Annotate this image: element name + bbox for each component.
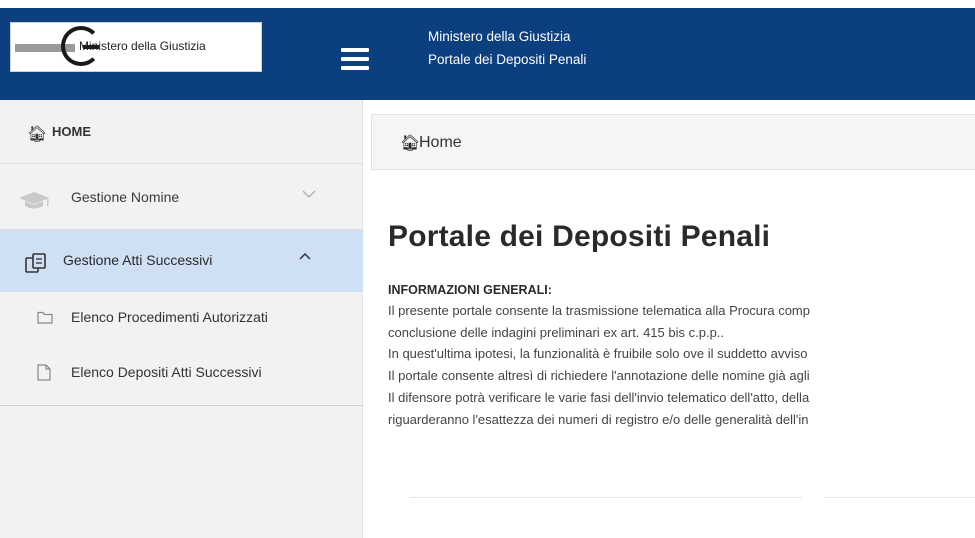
sidebar-item-label: HOME xyxy=(52,124,91,139)
logo-text: Ministero della Giustizia xyxy=(79,39,206,53)
graduation-cap-icon xyxy=(18,191,50,216)
info-line: riguarderanno l'esattezza dei numeri di … xyxy=(388,411,809,427)
sidebar-subitem-label: Elenco Procedimenti Autorizzati xyxy=(71,309,268,325)
sidebar-item-gestione-atti-successivi[interactable]: Gestione Atti Successivi xyxy=(0,230,363,292)
menu-toggle-icon[interactable] xyxy=(341,48,369,70)
sidebar-item-label: Gestione Atti Successivi xyxy=(63,252,213,268)
header-title-line1: Ministero della Giustizia xyxy=(428,29,571,44)
home-icon[interactable]: 🏠︎ xyxy=(400,133,420,153)
info-line: Il presente portale consente la trasmiss… xyxy=(388,303,810,318)
info-line: conclusione delle indagini preliminari e… xyxy=(388,324,725,340)
header-title: Ministero della Giustizia Portale dei De… xyxy=(428,25,586,71)
sidebar: 🏠︎ HOME Gestione Nomine Gestione Atti Su… xyxy=(0,100,363,538)
sidebar-item-gestione-nomine[interactable]: Gestione Nomine xyxy=(0,164,363,230)
file-icon xyxy=(37,364,51,386)
info-line: In quest'ultima ipotesi, la funzionalità… xyxy=(388,346,808,362)
breadcrumb-home-link[interactable]: Home xyxy=(419,134,462,152)
breadcrumb: 🏠︎ Home xyxy=(371,114,975,170)
info-line: Il portale consente altresì di richieder… xyxy=(388,368,810,384)
info-line: Il difensore potrà verificare le varie f… xyxy=(388,389,810,405)
section-title: INFORMAZIONI GENERALI: xyxy=(388,283,552,297)
sidebar-item-label: Gestione Nomine xyxy=(71,189,180,205)
sidebar-subitem-label: Elenco Depositi Atti Successivi xyxy=(71,364,262,380)
divider xyxy=(825,497,975,498)
sidebar-subitem-elenco-procedimenti[interactable]: Elenco Procedimenti Autorizzati xyxy=(0,292,363,344)
chevron-up-icon xyxy=(298,249,312,264)
folder-icon xyxy=(37,310,53,329)
header-title-line2: Portale dei Depositi Penali xyxy=(428,52,587,67)
divider xyxy=(410,497,802,498)
documents-icon xyxy=(24,252,48,279)
sidebar-item-home[interactable]: 🏠︎ HOME xyxy=(0,100,363,164)
general-info-text: Il presente portale consente la trasmiss… xyxy=(388,300,975,430)
top-bar: Ministero della Giustizia Ministero dell… xyxy=(0,0,975,100)
sidebar-subitem-elenco-depositi[interactable]: Elenco Depositi Atti Successivi xyxy=(0,344,363,406)
ministry-logo[interactable]: Ministero della Giustizia xyxy=(10,22,262,72)
home-icon: 🏠︎ xyxy=(27,126,48,143)
chevron-down-icon xyxy=(302,188,316,202)
page-title: Portale dei Depositi Penali xyxy=(388,220,771,253)
